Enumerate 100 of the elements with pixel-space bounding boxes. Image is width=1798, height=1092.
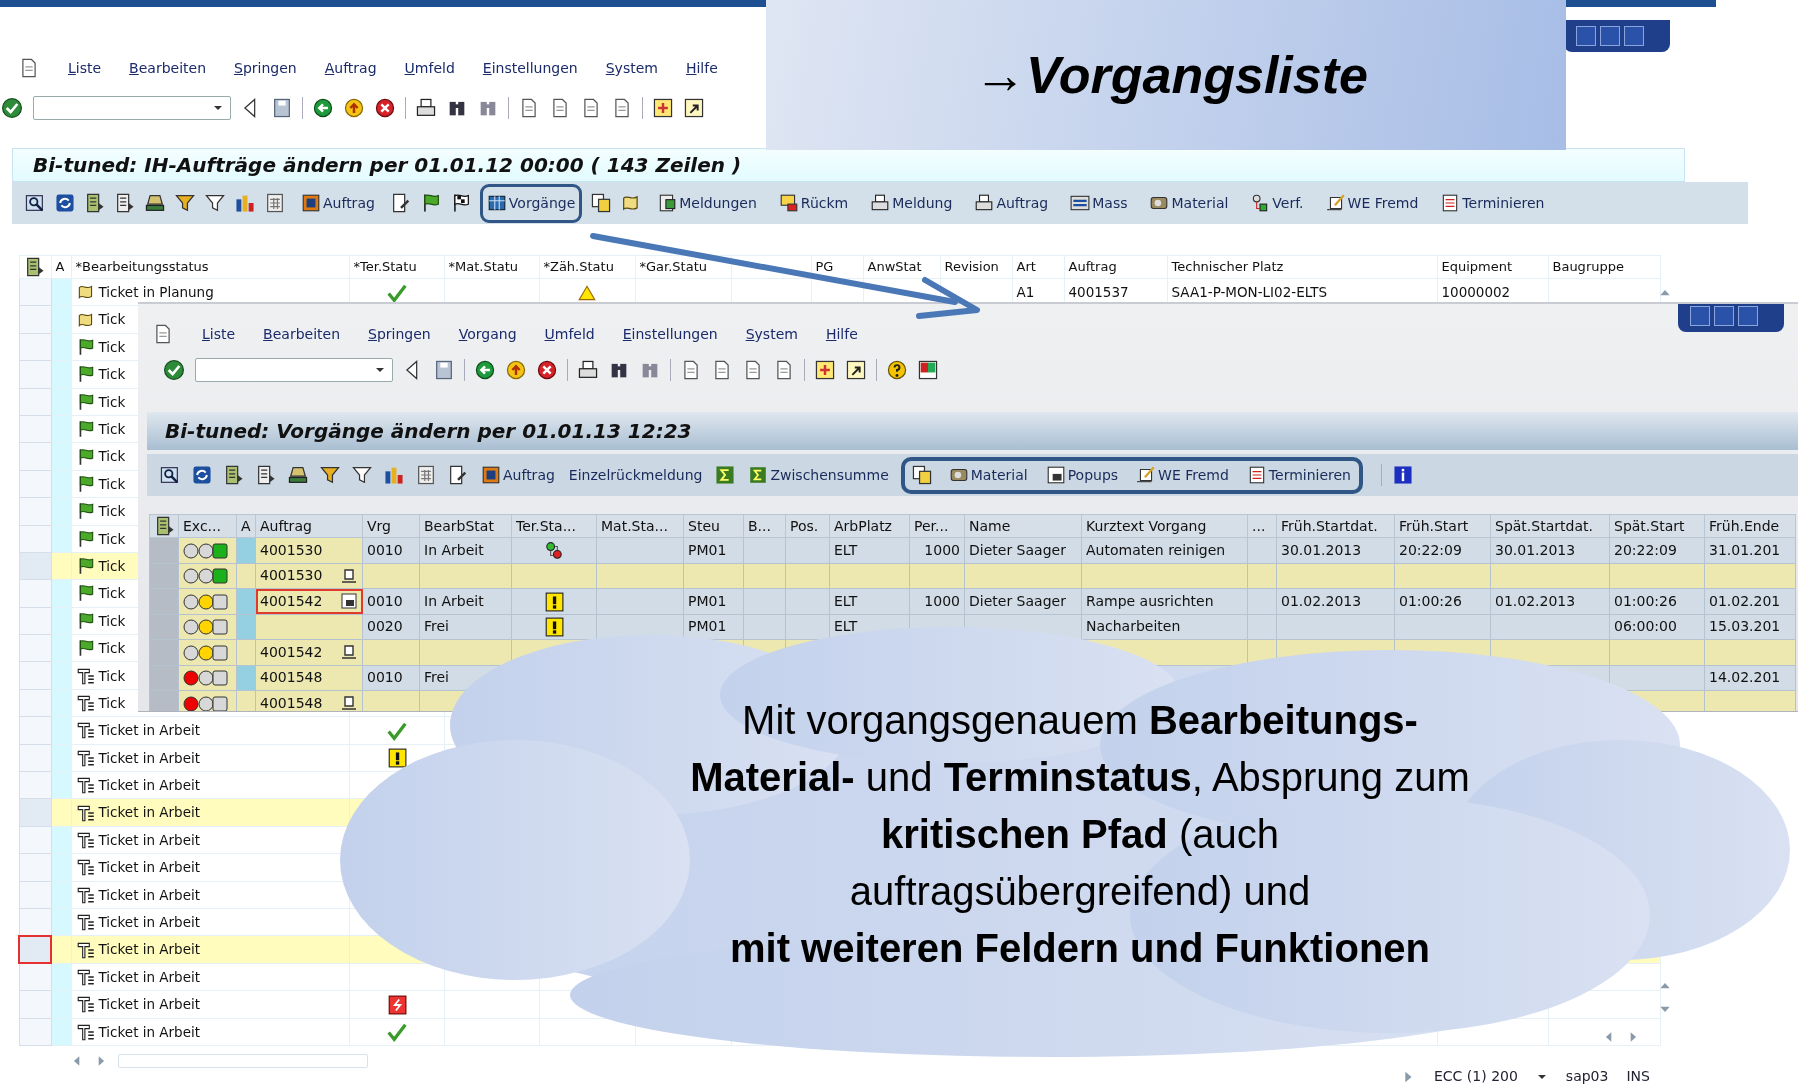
detail-icon[interactable]	[24, 192, 46, 214]
save-icon[interactable]	[433, 359, 455, 381]
toolbar-button[interactable]: Meldungen	[650, 183, 764, 223]
toolbar-button[interactable]: Mass	[1063, 183, 1135, 223]
column-header[interactable]: A	[51, 255, 71, 279]
command-field[interactable]	[195, 358, 393, 382]
maximize-button[interactable]	[1600, 26, 1620, 46]
toolbar-button[interactable]: Terminieren	[1433, 183, 1552, 223]
print-icon[interactable]	[415, 97, 437, 119]
detail-icon[interactable]	[159, 464, 181, 486]
document-icon[interactable]	[255, 464, 277, 486]
column-header[interactable]: Technischer Platz	[1167, 255, 1437, 279]
menu-item[interactable]: Springen	[368, 323, 431, 345]
column-header[interactable]: Ter.Sta...	[511, 514, 597, 538]
menu-item[interactable]: Bearbeiten	[129, 57, 207, 79]
back-icon[interactable]	[474, 359, 496, 381]
menu-item[interactable]: Vorgang	[458, 323, 517, 345]
menu-item[interactable]: Liste	[202, 323, 236, 345]
column-header[interactable]: Art	[1012, 255, 1064, 279]
horizontal-scrollbar[interactable]	[118, 1053, 368, 1068]
toolbar-button[interactable]: Material	[1142, 183, 1236, 223]
command-field[interactable]	[33, 96, 231, 120]
toolbar-button[interactable]: WE Fremd	[1318, 183, 1426, 223]
column-header[interactable]: PG	[811, 255, 863, 279]
menu-item[interactable]: Einstellungen	[482, 57, 578, 79]
funnel-icon[interactable]	[174, 192, 196, 214]
column-header[interactable]: *Ter.Statu	[349, 255, 444, 279]
shortcut-icon[interactable]	[845, 359, 867, 381]
menu-item[interactable]: System	[745, 323, 798, 345]
toolbar-button[interactable]: Popups	[1043, 462, 1121, 488]
menu-item[interactable]: Springen	[234, 57, 297, 79]
exit-icon[interactable]	[505, 359, 527, 381]
column-header[interactable]: ArbPlatz	[829, 514, 910, 538]
funnel-icon[interactable]	[319, 464, 341, 486]
back-icon[interactable]	[312, 97, 334, 119]
menu-item[interactable]: Einstellungen	[622, 323, 718, 345]
column-header[interactable]: Revision	[940, 255, 1012, 279]
column-header[interactable]: Vrg	[362, 514, 420, 538]
toolbar-button[interactable]: Material	[946, 462, 1030, 488]
layout-icon[interactable]	[917, 359, 939, 381]
toolbar-button[interactable]: Meldung	[863, 183, 960, 223]
copy-icon[interactable]	[910, 464, 933, 486]
new-session-icon[interactable]	[814, 359, 836, 381]
enter-icon[interactable]	[162, 358, 186, 382]
toolbar-button[interactable]: Verf.	[1243, 183, 1311, 223]
filter-icon[interactable]	[204, 192, 226, 214]
document-icon[interactable]	[114, 192, 136, 214]
tray-icon[interactable]	[144, 192, 166, 214]
save-icon[interactable]	[271, 97, 293, 119]
menu-item[interactable]: Umfeld	[544, 323, 595, 345]
menu-item[interactable]: System	[605, 57, 658, 79]
column-header[interactable]: Per...	[909, 514, 965, 538]
column-header[interactable]: Spät.Startdat.	[1490, 514, 1610, 538]
info-icon[interactable]	[1392, 464, 1414, 486]
maximize-button[interactable]	[1714, 306, 1734, 326]
column-header[interactable]: Mat.Sta...	[596, 514, 684, 538]
help-icon[interactable]	[886, 359, 908, 381]
close-button[interactable]	[1738, 306, 1758, 326]
column-header[interactable]: Exc...	[178, 514, 237, 538]
toolbar-button[interactable]: Rückm	[771, 183, 856, 223]
menu-item[interactable]: Hilfe	[685, 57, 718, 79]
menu-item[interactable]: Bearbeiten	[263, 323, 341, 345]
column-header[interactable]: Kurztext Vorgang	[1081, 514, 1248, 538]
toolbar-button[interactable]: Auftrag	[967, 183, 1056, 223]
toolbar-button[interactable]: Auftrag	[294, 183, 382, 223]
menu-item[interactable]: Liste	[68, 57, 102, 79]
column-header[interactable]: Früh.Ende	[1704, 514, 1796, 538]
row-selector[interactable]	[19, 935, 51, 964]
print-icon[interactable]	[577, 359, 599, 381]
column-header[interactable]: BearbStat	[419, 514, 512, 538]
column-header[interactable]: Auftrag	[1064, 255, 1167, 279]
menu-item[interactable]: Hilfe	[825, 323, 858, 345]
edit-document-icon[interactable]	[447, 464, 469, 486]
column-header[interactable]: B...	[743, 514, 786, 538]
column-header[interactable]: Equipment	[1437, 255, 1548, 279]
select-all-icon[interactable]	[154, 515, 176, 537]
copy-icon[interactable]	[590, 192, 613, 214]
cancel-icon[interactable]	[536, 359, 558, 381]
popup-icon[interactable]	[340, 592, 358, 611]
shortcut-icon[interactable]	[683, 97, 705, 119]
toolbar-button[interactable]: Vorgänge	[479, 183, 583, 223]
calculator-icon[interactable]	[264, 192, 286, 214]
sum-icon[interactable]	[714, 464, 737, 486]
column-header[interactable]: Name	[964, 514, 1082, 538]
menu-item[interactable]: Auftrag	[324, 57, 377, 79]
column-header[interactable]: *Mat.Statu	[444, 255, 539, 279]
filter-icon[interactable]	[351, 464, 373, 486]
calculator-icon[interactable]	[415, 464, 437, 486]
exit-icon[interactable]	[343, 97, 365, 119]
close-button[interactable]	[1624, 26, 1644, 46]
export-icon[interactable]	[223, 464, 245, 486]
new-session-icon[interactable]	[652, 97, 674, 119]
minimize-button[interactable]	[1576, 26, 1596, 46]
column-header[interactable]: Pos.	[785, 514, 830, 538]
toolbar-button[interactable]: WE Fremd	[1134, 462, 1231, 488]
column-header[interactable]: Spät.Start	[1609, 514, 1705, 538]
column-header[interactable]: Steu	[683, 514, 744, 538]
column-header[interactable]: *Gar.Statu	[635, 255, 731, 279]
minimize-button[interactable]	[1690, 306, 1710, 326]
column-header[interactable]: *Zäh.Statu	[539, 255, 635, 279]
